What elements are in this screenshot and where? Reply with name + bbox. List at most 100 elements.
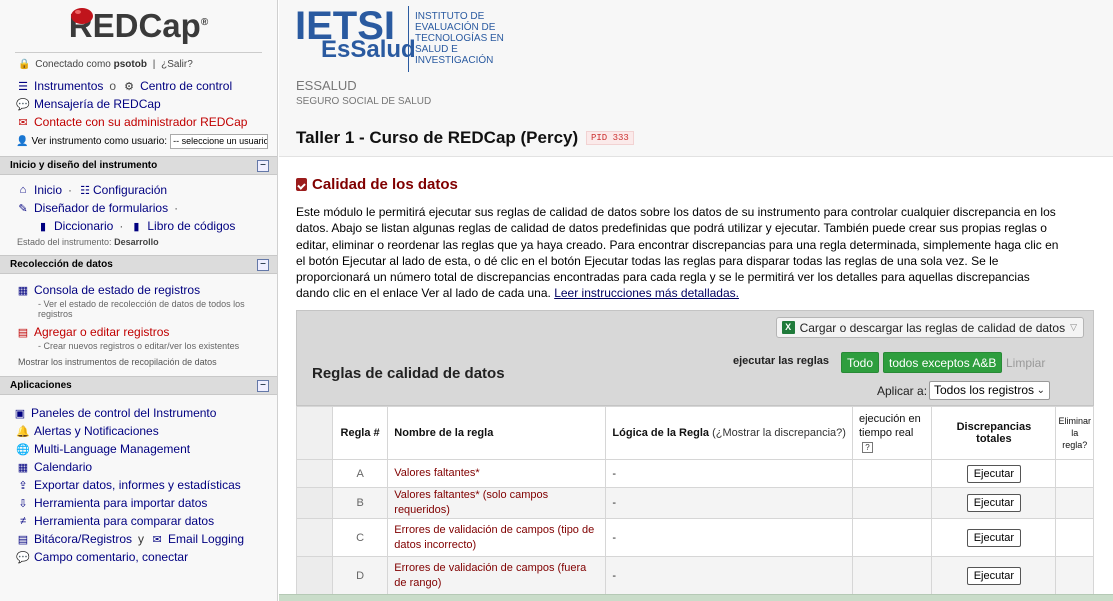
header-delete: Eliminar la regla? [1055, 406, 1094, 460]
execute-except-ab-button[interactable]: todos exceptos A&B [883, 352, 1003, 373]
rule-realtime [851, 556, 933, 595]
messenger-link[interactable]: 💬 Mensajería de REDCap [0, 95, 277, 113]
lock-icon: 🔒 [18, 59, 31, 70]
add-edit-note: - Crear nuevos registros o editar/ver lo… [38, 341, 240, 351]
table-row: C Errores de validación de campos (tipo d… [296, 518, 1094, 557]
alerts-link[interactable]: 🔔 Alertas y Notificaciones [0, 422, 277, 440]
rule-name: Errores de validación de campos (fuera d… [387, 556, 607, 595]
execute-all-button[interactable]: Todo [841, 352, 880, 373]
apply-to-label: Aplicar a: [877, 384, 928, 398]
execute-rule-button[interactable]: Ejecutar [966, 528, 1021, 547]
rule-total: Ejecutar [931, 518, 1057, 557]
dictionary-link[interactable]: Diccionario [54, 219, 113, 233]
org-name: ESSALUD [296, 78, 357, 93]
record-status-dashboard-link[interactable]: ▦ Consola de estado de registros [0, 281, 277, 299]
add-edit-records-link[interactable]: ▤ Agregar o editar registros [0, 323, 277, 341]
multi-language-link[interactable]: 🌐 Multi-Language Management [0, 440, 277, 458]
calendar-icon: ▦ [17, 461, 29, 474]
logout-link[interactable]: ¿Salir? [161, 59, 193, 70]
rule-logic: - [605, 459, 853, 488]
collapse-icon[interactable]: – [257, 160, 269, 172]
rule-total: Ejecutar [931, 487, 1057, 519]
config-link[interactable]: Configuración [93, 183, 167, 197]
codebook-icon: ▮ [133, 220, 140, 233]
execute-rule-button[interactable]: Ejecutar [966, 566, 1021, 585]
contact-admin-link[interactable]: ✉ Contacte con su administrador REDCap [0, 113, 277, 131]
rule-delete [1055, 556, 1094, 595]
collapse-icon[interactable]: – [257, 380, 269, 392]
org-logo-small: EsSalud [321, 36, 416, 63]
excel-icon: X [781, 321, 795, 334]
export-data-link[interactable]: ⇪ Exportar datos, informes y estadística… [0, 476, 277, 494]
table-header-row: Regla # Nombre de la regla Lógica de la … [296, 406, 1094, 460]
table-row: A Valores faltantes* - Ejecutar [296, 459, 1094, 488]
rule-letter: C [331, 518, 389, 557]
org-subname: SEGURO SOCIAL DE SALUD [296, 96, 432, 107]
home-link[interactable]: Inicio [34, 183, 62, 197]
chevron-down-icon: ▽ [1070, 322, 1077, 332]
project-dashboards-link[interactable]: ▣ Paneles de control del Instrumento [0, 404, 277, 422]
calendar-link[interactable]: ▦ Calendario [0, 458, 277, 476]
control-center-link[interactable]: Centro de control [140, 79, 232, 93]
field-comment-link[interactable]: 💬 Campo comentario, conectar [0, 548, 277, 566]
execute-rule-button[interactable]: Ejecutar [966, 464, 1021, 483]
execute-rule-button[interactable]: Ejecutar [966, 494, 1021, 512]
row-blank [296, 459, 333, 488]
dashboard-icon: ▣ [14, 407, 26, 420]
view-as-user-select[interactable]: -- seleccione un usuario -- [170, 133, 269, 149]
redcap-logo[interactable]: REDCap® [0, 0, 277, 53]
rule-logic: - [605, 518, 853, 557]
email-logging-link[interactable]: Email Logging [168, 532, 244, 546]
apply-to-select[interactable]: Todos los registros ⌄ [929, 381, 1050, 400]
chevron-down-icon: ⌄ [1036, 385, 1045, 396]
section-header-data-collection: Recolección de datos – [0, 255, 277, 274]
clear-button[interactable]: Limpiar [1006, 356, 1045, 370]
rules-panel: X Cargar o descargar las reglas de calid… [296, 310, 1094, 406]
import-data-link[interactable]: ⇩ Herramienta para importar datos [0, 494, 277, 512]
designer-row: ✎ Diseñador de formularios · [0, 199, 277, 217]
dictionary-row: ▮ Diccionario · ▮ Libro de códigos [0, 217, 277, 235]
comments-icon: 💬 [16, 551, 30, 564]
edit-icon: ✎ [18, 202, 28, 215]
institute-text: INSTITUTO DE EVALUACIÓN DE TECNOLOGÍAS E… [415, 11, 504, 66]
section-header-home: Inicio y diseño del instrumento – [0, 156, 277, 175]
status-value: Desarrollo [114, 237, 159, 247]
show-data-collection-tools[interactable]: Mostrar los instrumentos de recopilación… [0, 354, 277, 370]
show-discrepancy-toggle[interactable]: (¿Mostrar la discrepancia?) [712, 427, 846, 439]
user-icon: 👤 [16, 135, 29, 147]
table-row: D Errores de validación de campos (fuera … [296, 556, 1094, 595]
redcap-hat-icon [70, 8, 93, 24]
logging-row: ▤ Bitácora/Registros y ✉ Email Logging [17, 532, 245, 546]
codebook-link[interactable]: Libro de códigos [147, 219, 235, 233]
compare-data-link[interactable]: ≠ Herramienta para comparar datos [0, 512, 277, 530]
chat-icon: 💬 [16, 98, 30, 111]
rule-realtime [851, 459, 933, 488]
help-icon[interactable]: ? [861, 442, 873, 453]
row-blank [296, 556, 333, 595]
header-total-discrepancies: Discrepancias totales [931, 406, 1057, 460]
rule-logic: - [605, 556, 853, 595]
table-row: B Valores faltantes* (solo campos requeri… [296, 487, 1094, 519]
rule-delete [1055, 518, 1094, 557]
rule-total: Ejecutar [931, 459, 1057, 488]
username: psotob [113, 59, 147, 70]
envelope-icon: ✉ [18, 116, 28, 129]
instructions-link[interactable]: Leer instrucciones más detalladas. [554, 286, 739, 300]
dashboard-note: - Ver el estado de recolección de datos … [38, 299, 245, 319]
rule-realtime [851, 487, 933, 519]
designer-link[interactable]: Diseñador de formularios [34, 201, 168, 215]
rule-letter: B [331, 487, 389, 519]
not-equal-icon: ≠ [19, 515, 27, 527]
project-title: Taller 1 - Curso de REDCap (Percy) [296, 128, 579, 147]
main-content: IETSI EsSalud INSTITUTO DE EVALUACIÓN DE… [279, 0, 1113, 601]
page-title: Calidad de los datos [296, 176, 458, 193]
collapse-icon[interactable]: – [257, 259, 269, 271]
instruments-link[interactable]: Instrumentos [34, 79, 103, 93]
log-icon: ▤ [17, 533, 29, 546]
logging-link[interactable]: Bitácora/Registros [34, 532, 132, 546]
email-log-icon: ✉ [152, 533, 162, 546]
export-icon: ⇪ [18, 479, 28, 492]
upload-download-rules-button[interactable]: X Cargar o descargar las reglas de calid… [775, 317, 1084, 338]
instruments-row: ☰ Instrumentos o ⚙ Centro de control [0, 77, 277, 95]
page-description: Este módulo le permitirá ejecutar sus re… [296, 205, 1059, 301]
